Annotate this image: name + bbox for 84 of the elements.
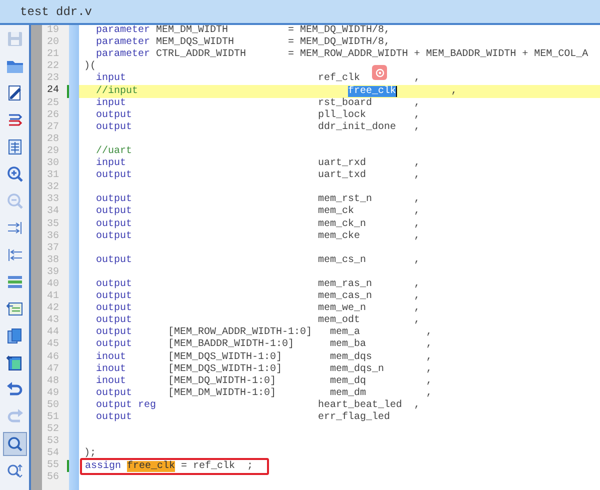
line-number: 32 [46,182,60,194]
code-line: output uart_txd , [95,170,420,182]
code-line: input rst_board , [95,98,420,110]
zoom-in-icon [6,165,24,183]
line-number: 33 [46,194,60,206]
find-button[interactable] [2,432,26,456]
line-number: 41 [46,291,60,303]
code-line: parameter MEM_DQS_WIDTH = MEM_DQ_WIDTH/8, [95,37,390,49]
line-number: 31 [46,170,60,182]
code-line: //input free_clk , [95,86,458,98]
line-number: 47 [46,364,60,376]
outdent-icon [6,246,24,264]
code-line: output mem_ras_n , [95,279,420,291]
click-marker-icon [372,65,387,80]
line-number: 36 [46,230,60,243]
line-number: 40 [46,278,60,291]
line-number: 38 [46,254,60,267]
code-line: output [MEM_BADDR_WIDTH-1:0] mem_ba , [95,339,432,352]
line-number: 26 [46,110,60,122]
indent-icon [6,219,24,237]
line-number: 45 [46,339,60,352]
line-number: 37 [46,242,60,255]
code-line: output mem_we_n , [95,303,420,314]
line-number: 49 [46,388,60,400]
line-number: 34 [46,206,60,218]
code-line: )( [84,61,96,74]
code-line: inout [MEM_DQS_WIDTH-1:0] mem_dqs_n , [95,364,432,376]
code-line: output mem_ck , [95,206,420,218]
line-number: 28 [46,134,60,146]
find-icon [6,435,24,453]
line-number: 35 [46,218,60,231]
window-title: test ddr.v [20,4,92,18]
line-number: 29 [46,146,60,158]
line-number: 54 [46,448,60,460]
code-line: output err_flag_led [95,412,390,424]
code-line: ); [84,448,96,460]
code-line: input uart_rxd , [95,158,420,170]
line-number: 22 [46,61,60,73]
import-icon [6,300,24,318]
line-number: 44 [46,327,60,339]
line-number: 23 [46,73,60,85]
line-number: 52 [46,424,60,436]
copy-icon [6,327,24,345]
paste-icon [6,354,24,372]
code-line: output mem_cs_n , [95,254,420,267]
line-number: 19 [46,25,60,37]
code-line: output mem_ck_n , [95,218,420,230]
code-line: output mem_rst_n , [95,194,420,206]
line-number: 51 [46,412,60,424]
code-line: parameter CTRL_ADDR_WIDTH = MEM_ROW_ADDR_WIDTH + MEM_BADDR_WIDTH + MEM_COL_A [95,49,588,62]
line-number: 53 [46,436,60,448]
line-number: 25 [46,98,60,110]
code-line: //uart [95,146,132,158]
document-icon [6,138,24,156]
edit-icon [6,84,24,102]
line-number: 43 [46,315,60,327]
line-number: 56 [46,472,60,485]
save-icon [6,30,24,48]
code-line: output reg heart_beat_led , [95,400,420,412]
line-number: 39 [46,266,60,279]
line-number: 46 [46,352,60,364]
code-line: output ddr_init_done , [95,122,420,134]
code-line: inout [MEM_DQS_WIDTH-1:0] mem_dqs , [95,352,432,364]
code-line: parameter MEM_DM_WIDTH = MEM_DQ_WIDTH/8, [95,25,390,36]
code-line: output [MEM_ROW_ADDR_WIDTH-1:0] mem_a , [95,327,432,338]
line-number: 24 [46,85,60,98]
line-number: 48 [46,376,60,388]
line-number: 55 [46,460,60,472]
line-number: 42 [46,303,60,315]
replace-icon [6,462,24,480]
line-number: 20 [46,37,60,49]
code-line: inout [MEM_DQ_WIDTH-1:0] mem_dq , [95,376,432,388]
code-line: output mem_cke , [95,230,420,243]
line-number: 50 [46,400,60,412]
code-line: output mem_cas_n , [95,291,420,303]
code-line: output [MEM_DM_WIDTH-1:0] mem_dm , [95,388,432,400]
list-icon [6,273,24,291]
line-number: 21 [46,49,60,61]
line-number: 30 [46,158,60,170]
code-line: input ref_clk , [95,73,420,86]
line-number: 27 [46,122,60,134]
code-line: output mem_odt , [95,315,420,326]
code-line: output pll_lock , [95,110,420,122]
zoom-out-icon [6,192,24,210]
